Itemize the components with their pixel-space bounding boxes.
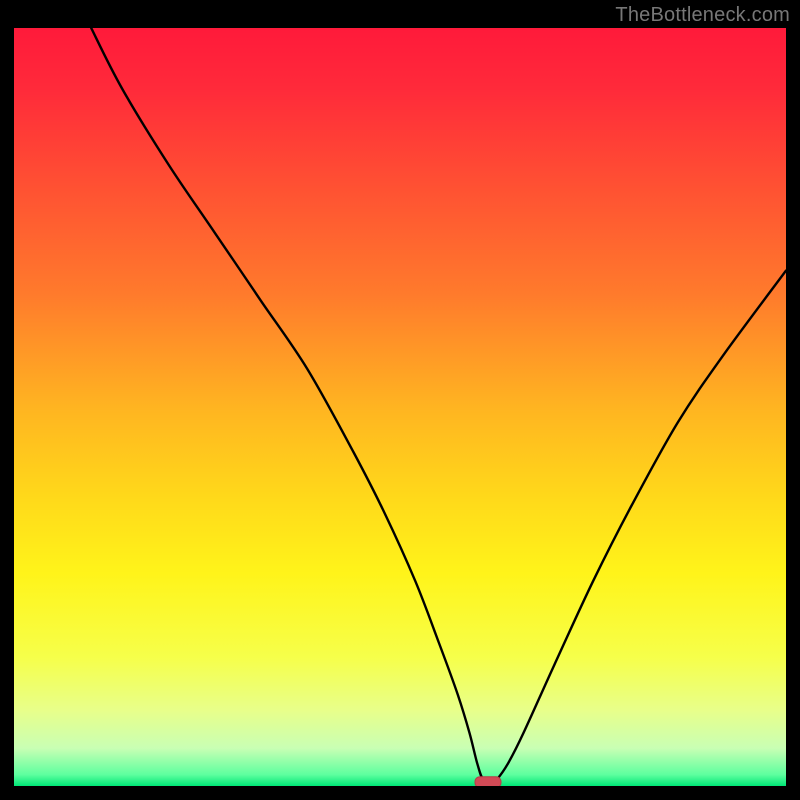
plot-area bbox=[14, 28, 786, 786]
chart-frame: TheBottleneck.com bbox=[0, 0, 800, 800]
watermark-label: TheBottleneck.com bbox=[615, 4, 790, 27]
bottleneck-chart bbox=[14, 28, 786, 786]
optimal-marker bbox=[475, 777, 501, 786]
heat-background bbox=[14, 28, 786, 786]
